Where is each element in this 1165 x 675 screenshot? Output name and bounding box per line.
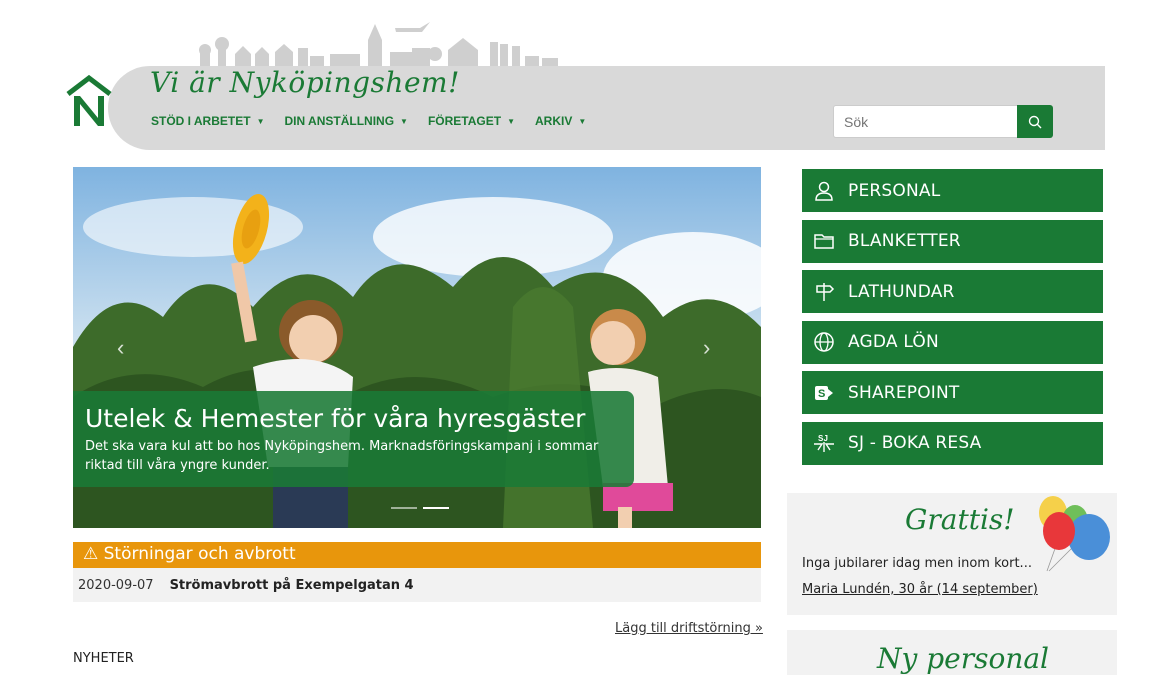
new-staff-title: Ny personal [877, 642, 1050, 675]
main-nav: STÖD I ARBETET ▼ DIN ANSTÄLLNING ▼ FÖRET… [151, 114, 586, 128]
quicklink-lathundar[interactable]: LATHUNDAR [802, 270, 1103, 313]
quicklink-label: BLANKETTER [848, 231, 961, 251]
search-button[interactable] [1017, 105, 1053, 138]
quicklinks: PERSONAL BLANKETTER LATHUNDAR AGDA LÖN S… [802, 169, 1103, 472]
nav-label: ARKIV [534, 114, 573, 128]
quicklink-label: SHAREPOINT [848, 382, 960, 403]
quicklink-sharepoint[interactable]: S SHAREPOINT [802, 371, 1103, 414]
site-tagline: Vi är Nyköpingshem! [150, 66, 460, 99]
nav-foretaget[interactable]: FÖRETAGET ▼ [428, 114, 515, 128]
quicklink-blanketter[interactable]: BLANKETTER [802, 219, 1103, 263]
quicklink-agda-lon[interactable]: AGDA LÖN [802, 320, 1103, 364]
disturbance-title: Strömavbrott på Exempelgatan 4 [169, 578, 414, 593]
caret-down-icon: ▼ [400, 116, 408, 126]
quicklink-personal[interactable]: PERSONAL [802, 169, 1103, 212]
nykopingshem-logo[interactable] [64, 70, 114, 130]
carousel-title: Utelek & Hemester för våra hyresgäster [85, 404, 586, 433]
quicklink-label: PERSONAL [848, 180, 941, 201]
globe-icon [812, 330, 836, 354]
carousel-indicator-2[interactable] [423, 507, 449, 509]
person-icon [812, 179, 836, 203]
disturbance-date: 2020-09-07 [78, 578, 154, 593]
folder-icon [812, 229, 836, 253]
disturbances-heading: ⚠ Störningar och avbrott [73, 542, 761, 568]
new-staff-card: Ny personal [787, 630, 1117, 675]
add-disturbance-link[interactable]: Lägg till driftstörning » [615, 621, 763, 636]
birthday-card: Grattis! Inga jubilarer idag men inom ko… [787, 493, 1117, 615]
nav-arkiv[interactable]: ARKIV ▼ [535, 114, 586, 128]
carousel-text: Det ska vara kul att bo hos Nyköpingshem… [85, 439, 599, 473]
search-icon [1028, 115, 1042, 128]
svg-text:S: S [818, 388, 826, 400]
nav-din-anstallning[interactable]: DIN ANSTÄLLNING ▼ [284, 114, 407, 128]
birthday-title: Grattis! [905, 503, 1015, 536]
carousel-indicator-1[interactable] [391, 507, 417, 509]
quicklink-sj-boka-resa[interactable]: SJ SJ - BOKA RESA [802, 421, 1103, 465]
carousel-indicators [391, 507, 449, 509]
quicklink-label: AGDA LÖN [848, 332, 939, 352]
svg-text:SJ: SJ [818, 434, 828, 443]
signpost-icon [812, 280, 836, 304]
birthday-person-link[interactable]: Maria Lundén, 30 år (14 september) [802, 582, 1038, 597]
sharepoint-icon: S [812, 381, 836, 405]
nav-label: DIN ANSTÄLLNING [284, 114, 395, 128]
search-input[interactable] [833, 105, 1017, 138]
carousel-caption: Utelek & Hemester för våra hyresgäster D… [73, 391, 634, 487]
carousel-next-button[interactable]: › [703, 335, 710, 361]
carousel-prev-button[interactable]: ‹ [117, 335, 124, 361]
balloons-icon [1039, 496, 1110, 572]
news-heading: NYHETER [73, 651, 134, 666]
disturbance-item[interactable]: 2020-09-07 Strömavbrott på Exempelgatan … [73, 568, 761, 602]
nav-label: FÖRETAGET [427, 114, 502, 128]
quicklink-label: LATHUNDAR [848, 281, 955, 302]
nav-label: STÖD I ARBETET [151, 114, 251, 128]
caret-down-icon: ▼ [256, 116, 265, 126]
caret-down-icon: ▼ [578, 116, 587, 126]
hero-carousel: ‹ › Utelek & Hemester för våra hyresgäst… [73, 167, 761, 528]
search-form [833, 105, 1053, 138]
nav-stod-i-arbetet[interactable]: STÖD I ARBETET ▼ [151, 114, 264, 128]
sj-icon: SJ [812, 431, 836, 455]
caret-down-icon: ▼ [507, 116, 515, 126]
site-header: Vi är Nyköpingshem! STÖD I ARBETET ▼ DIN… [60, 8, 1105, 150]
birthday-text: Inga jubilarer idag men inom kort... [802, 556, 1032, 571]
quicklink-label: SJ - BOKA RESA [848, 433, 982, 453]
